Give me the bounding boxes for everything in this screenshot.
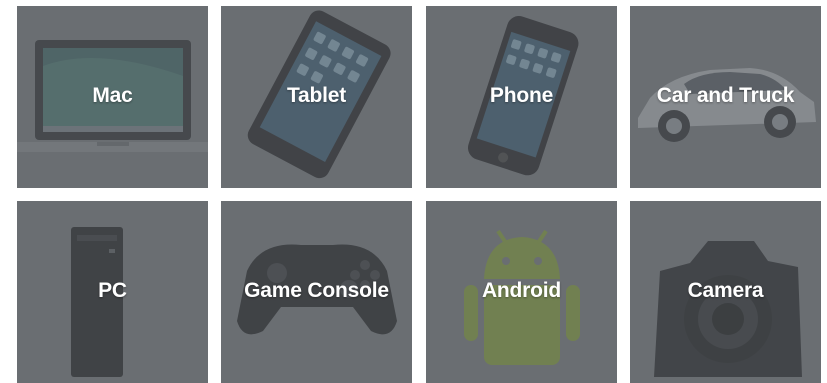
category-tile-car[interactable]: Car and Truck <box>630 6 821 188</box>
category-label: Game Console <box>244 279 389 302</box>
category-tile-mac[interactable]: Mac <box>17 6 208 188</box>
category-label: PC <box>98 279 127 302</box>
category-tile-phone[interactable]: Phone <box>426 6 617 188</box>
category-label: Car and Truck <box>656 84 795 107</box>
device-category-grid: Mac Tablet Phone Car and Truck PC Game C… <box>0 0 827 383</box>
category-tile-game-console[interactable]: Game Console <box>221 201 412 383</box>
category-label: Tablet <box>286 84 347 107</box>
category-tile-pc[interactable]: PC <box>17 201 208 383</box>
category-label: Camera <box>687 279 764 302</box>
category-label: Android <box>481 279 562 302</box>
category-label: Phone <box>489 84 554 107</box>
category-tile-android[interactable]: Android <box>426 201 617 383</box>
category-tile-tablet[interactable]: Tablet <box>221 6 412 188</box>
category-label: Mac <box>92 84 133 107</box>
category-tile-camera[interactable]: Camera <box>630 201 821 383</box>
